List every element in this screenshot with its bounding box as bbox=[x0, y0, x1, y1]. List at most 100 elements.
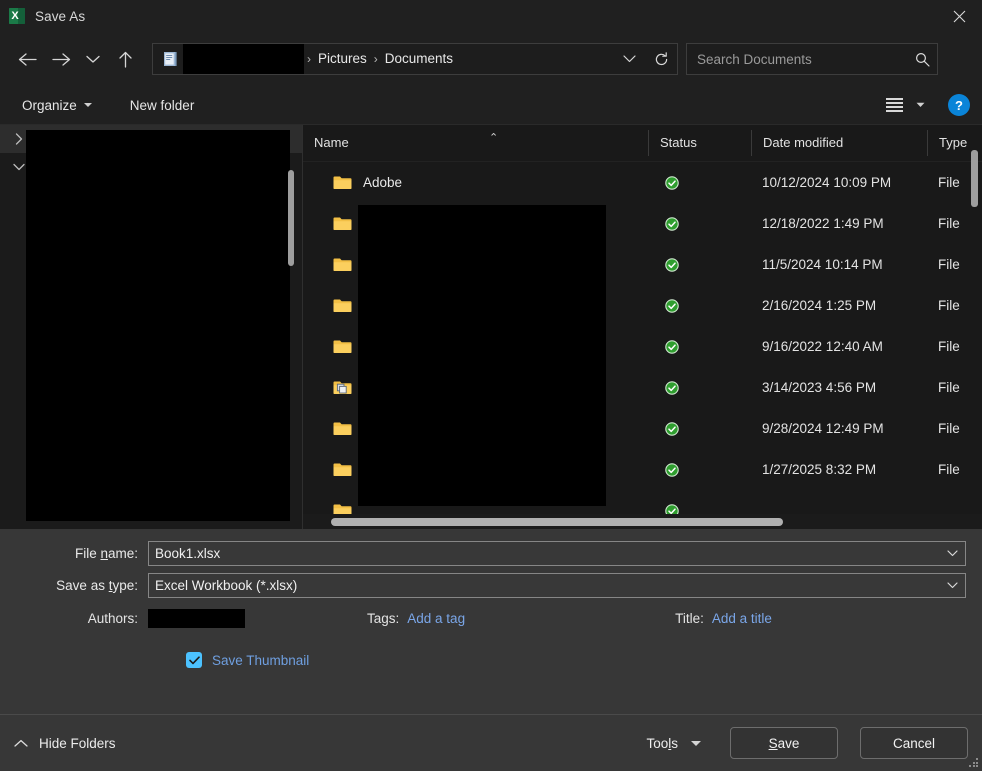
file-status-cell bbox=[648, 257, 751, 272]
synced-icon bbox=[665, 380, 679, 395]
nav-pane-redaction bbox=[26, 130, 290, 521]
add-a-tag-link[interactable]: Add a tag bbox=[407, 611, 465, 626]
file-status-cell bbox=[648, 339, 751, 354]
tags-label: Tags: bbox=[367, 610, 400, 626]
column-header-label: Name bbox=[314, 135, 349, 150]
title-group: Title: Add a title bbox=[675, 611, 772, 626]
breadcrumb[interactable]: › Pictures › Documents bbox=[152, 43, 678, 75]
file-status-cell bbox=[648, 216, 751, 231]
file-status-cell bbox=[648, 298, 751, 313]
save-thumbnail-label[interactable]: Save Thumbnail bbox=[212, 653, 309, 668]
view-list-icon[interactable] bbox=[882, 94, 906, 116]
refresh-icon[interactable] bbox=[645, 44, 677, 74]
search-icon[interactable] bbox=[907, 52, 937, 67]
synced-icon bbox=[665, 421, 679, 436]
footer-actions: Tools Save Cancel bbox=[639, 727, 968, 759]
metadata-row: Authors: Tags: Add a tag Title: Add a ti… bbox=[0, 605, 982, 631]
authors-value-redaction[interactable] bbox=[148, 608, 245, 628]
chevron-down-icon[interactable] bbox=[939, 581, 965, 589]
cancel-label: Cancel bbox=[892, 735, 936, 751]
chevron-down-icon bbox=[691, 740, 701, 746]
address-bar: › Pictures › Documents Search Documents bbox=[0, 32, 982, 86]
save-thumbnail-row[interactable]: Save Thumbnail bbox=[0, 652, 982, 668]
save-as-dialog: X Save As › Pictures › Documents Search … bbox=[0, 0, 982, 771]
authors-label: Authors: bbox=[87, 610, 138, 626]
organize-button[interactable]: Organize bbox=[14, 94, 100, 117]
file-name-label: File name: bbox=[74, 545, 138, 561]
save-as-type-row: Save as type: Excel Workbook (*.xlsx) bbox=[0, 571, 982, 599]
close-icon[interactable] bbox=[936, 0, 982, 32]
folder-icon bbox=[333, 216, 352, 231]
forward-arrow-icon[interactable] bbox=[44, 42, 78, 76]
save-thumbnail-checkbox[interactable] bbox=[186, 652, 202, 668]
breadcrumb-separator: › bbox=[307, 52, 311, 66]
file-names-redaction bbox=[358, 205, 606, 506]
column-header-type[interactable]: Type bbox=[927, 130, 967, 156]
breadcrumb-chevron-down-icon[interactable] bbox=[613, 44, 645, 74]
file-name-input[interactable]: Book1.xlsx bbox=[148, 540, 966, 566]
search-input[interactable]: Search Documents bbox=[687, 52, 907, 67]
recent-locations-chevron-down-icon[interactable] bbox=[78, 42, 108, 76]
save-as-type-select[interactable]: Excel Workbook (*.xlsx) bbox=[148, 572, 966, 598]
save-button[interactable]: Save bbox=[730, 727, 838, 759]
documents-library-icon bbox=[162, 51, 178, 67]
file-type: File bbox=[938, 462, 960, 477]
synced-icon bbox=[665, 298, 679, 313]
synced-icon bbox=[665, 339, 679, 354]
chevron-down-icon[interactable] bbox=[939, 549, 965, 557]
file-name-value[interactable]: Book1.xlsx bbox=[149, 546, 939, 561]
file-list-pane: Name ⌃ Status Date modified Type Adobe 1… bbox=[303, 125, 982, 529]
file-status-cell bbox=[648, 462, 751, 477]
file-status-cell bbox=[648, 421, 751, 436]
save-form: File name: Book1.xlsx Save as type: Exce… bbox=[0, 529, 982, 714]
folder-icon bbox=[333, 175, 352, 190]
folder-icon bbox=[333, 421, 352, 436]
navigation-pane[interactable] bbox=[0, 125, 302, 529]
file-date-modified: 3/14/2023 4:56 PM bbox=[762, 380, 877, 395]
back-arrow-icon[interactable] bbox=[10, 42, 44, 76]
breadcrumb-item-pictures[interactable]: Pictures bbox=[314, 44, 371, 74]
help-button[interactable]: ? bbox=[948, 94, 970, 116]
save-as-type-value[interactable]: Excel Workbook (*.xlsx) bbox=[149, 578, 939, 593]
excel-icon: X bbox=[9, 8, 25, 24]
column-headers: Name ⌃ Status Date modified Type bbox=[303, 125, 982, 162]
sort-ascending-icon: ⌃ bbox=[489, 132, 499, 144]
new-folder-button[interactable]: New folder bbox=[122, 94, 203, 117]
save-label: Save bbox=[768, 735, 800, 751]
tools-button[interactable]: Tools bbox=[639, 731, 708, 756]
folder-icon bbox=[333, 298, 352, 313]
file-type: File bbox=[938, 216, 960, 231]
tools-label: Tools bbox=[646, 735, 678, 751]
hide-folders-button[interactable]: Hide Folders bbox=[14, 736, 116, 751]
file-date-modified: 1/27/2025 8:32 PM bbox=[762, 462, 877, 477]
file-type: File bbox=[938, 421, 960, 436]
search-box[interactable]: Search Documents bbox=[686, 43, 938, 75]
breadcrumb-item-documents[interactable]: Documents bbox=[381, 44, 457, 74]
file-name-row: File name: Book1.xlsx bbox=[0, 539, 982, 567]
file-list-horizontal-scrollbar[interactable] bbox=[303, 514, 982, 529]
scrollbar-thumb[interactable] bbox=[331, 518, 783, 526]
table-row[interactable]: Adobe 10/12/2024 10:09 PM File bbox=[303, 162, 982, 203]
column-header-name[interactable]: Name ⌃ bbox=[303, 130, 648, 156]
file-date-modified: 2/16/2024 1:25 PM bbox=[762, 298, 877, 313]
file-date-modified: 9/16/2022 12:40 AM bbox=[762, 339, 883, 354]
resize-grip[interactable] bbox=[969, 758, 979, 768]
new-folder-label: New folder bbox=[129, 97, 195, 113]
breadcrumb-item-redacted[interactable] bbox=[183, 44, 304, 74]
column-header-status[interactable]: Status bbox=[648, 130, 751, 156]
chevron-down-icon bbox=[83, 103, 92, 107]
file-type: File bbox=[938, 380, 960, 395]
file-date-modified: 10/12/2024 10:09 PM bbox=[762, 175, 892, 190]
add-a-title-link[interactable]: Add a title bbox=[712, 611, 772, 626]
nav-pane-scrollbar[interactable] bbox=[288, 170, 294, 266]
up-arrow-icon[interactable] bbox=[108, 42, 142, 76]
window-title: Save As bbox=[35, 8, 86, 24]
column-header-date-modified[interactable]: Date modified bbox=[751, 130, 927, 156]
folder-icon bbox=[333, 257, 352, 272]
hide-folders-label: Hide Folders bbox=[39, 735, 116, 751]
view-chevron-down-icon[interactable] bbox=[908, 94, 932, 116]
folder-icon bbox=[333, 339, 352, 354]
file-list-vertical-scrollbar[interactable] bbox=[971, 150, 978, 207]
dialog-footer: Hide Folders Tools Save Cancel bbox=[0, 714, 982, 771]
cancel-button[interactable]: Cancel bbox=[860, 727, 968, 759]
